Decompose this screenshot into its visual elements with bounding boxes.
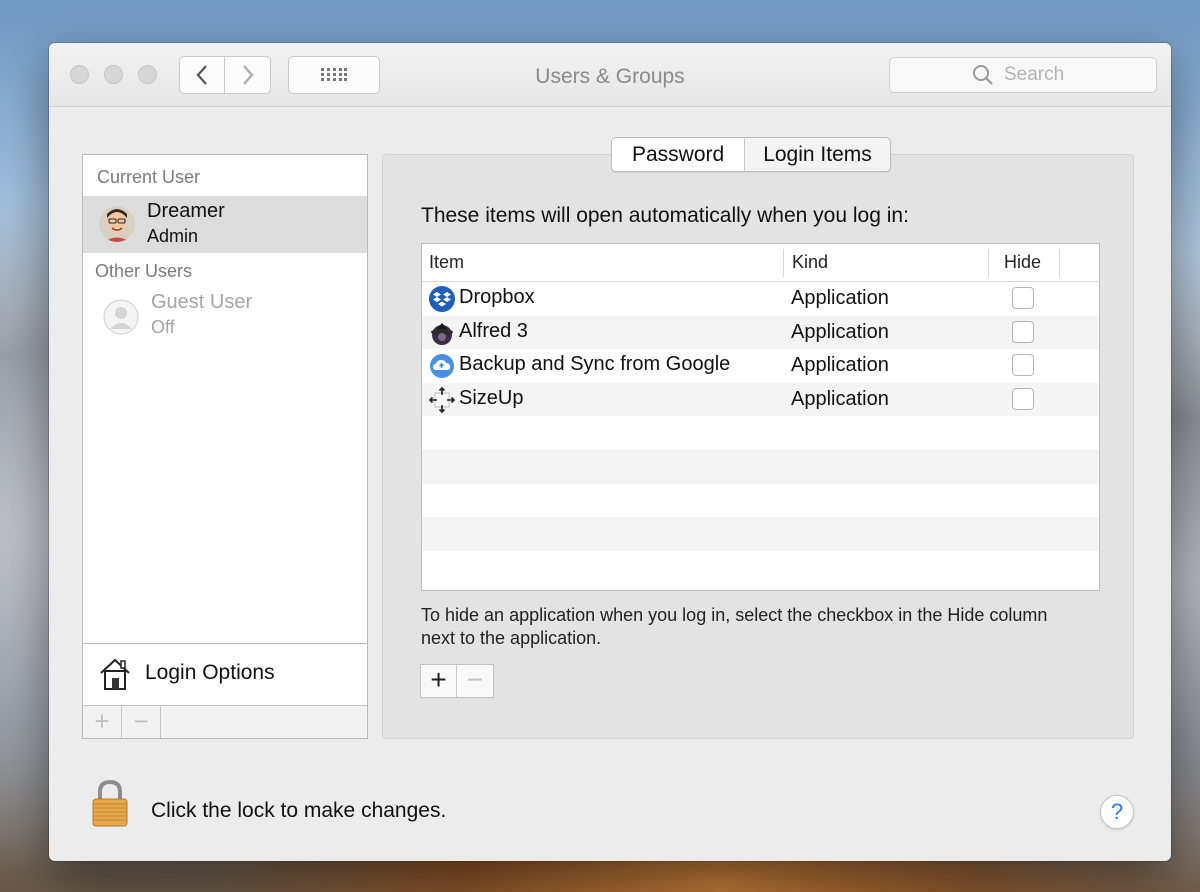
search-input[interactable] [1004,64,1074,86]
item-name: Backup and Sync from Google [459,353,731,376]
empty-row [422,517,1099,551]
current-user-name: Dreamer [147,200,225,222]
hide-hint-text: To hide an application when you log in, … [421,605,1048,648]
lock-message: Click the lock to make changes. [151,799,447,822]
lock-icon[interactable] [90,778,130,828]
hide-checkbox[interactable] [1012,354,1034,377]
users-sidebar: Current User Dreamer Admin Other Users G… [82,154,368,739]
login-items-toolbar: + − [420,664,494,698]
item-kind: Application [791,354,889,377]
google-backup-icon [430,354,454,379]
guest-user-name: Guest User [151,291,253,313]
remove-login-item-button[interactable]: − [457,665,493,697]
empty-row [422,484,1099,518]
item-kind: Application [791,287,889,309]
empty-row [422,449,1099,484]
tab-password[interactable]: Password [612,138,746,171]
user-row-guest[interactable]: Guest User Off [83,287,367,344]
current-user-label: Current User [97,167,201,187]
column-header-hide[interactable]: Hide [1004,252,1041,273]
help-button[interactable]: ? [1100,795,1134,829]
sidebar-toolbar: + − [83,705,367,738]
login-items-intro: These items will open automatically when… [421,204,909,227]
empty-row [422,416,1099,450]
item-name: Dropbox [459,286,535,308]
hide-checkbox[interactable] [1012,320,1034,343]
column-divider [783,249,784,277]
current-user-role: Admin [147,226,199,246]
sizeup-icon [429,386,455,413]
hide-checkbox[interactable] [1012,287,1034,309]
column-divider [1059,249,1060,277]
column-header-kind[interactable]: Kind [792,252,828,273]
alfred-icon [431,322,453,345]
column-divider [988,249,989,277]
tab-bar: Password Login Items [611,137,891,172]
avatar [99,206,135,242]
table-rows: Dropbox Application Alfred 3 Application [422,282,1099,584]
table-row[interactable]: Dropbox Application [422,282,1099,316]
tab-login-items[interactable]: Login Items [745,138,890,171]
login-options-item[interactable]: Login Options [83,643,367,705]
dropbox-icon [429,286,455,312]
other-users-label: Other Users [95,261,193,281]
column-header-item[interactable]: Item [429,252,464,273]
item-kind: Application [791,387,889,410]
empty-row [422,551,1099,585]
title-bar: Users & Groups [49,43,1171,107]
item-name: SizeUp [459,386,524,409]
user-row-current[interactable]: Dreamer Admin [83,196,367,253]
users-groups-window: Users & Groups Current User [49,43,1171,861]
item-name: Alfred 3 [459,319,528,342]
search-icon [973,65,993,85]
item-kind: Application [791,320,889,343]
search-field[interactable] [889,57,1157,93]
remove-user-button[interactable]: − [122,706,161,738]
login-items-table: Item Kind Hide Dropbox Application Alfre… [421,243,1100,591]
guest-avatar-icon [103,299,139,335]
add-login-item-button[interactable]: + [421,665,457,697]
guest-user-status: Off [151,317,175,337]
hide-checkbox[interactable] [1012,387,1034,410]
house-icon [100,658,130,690]
table-row[interactable]: SizeUp Application [422,382,1099,417]
add-user-button[interactable]: + [83,706,122,738]
table-row[interactable]: Alfred 3 Application [422,315,1099,350]
table-header: Item Kind Hide [422,244,1099,282]
table-row[interactable]: Backup and Sync from Google Application [422,349,1099,383]
login-options-label: Login Options [145,661,275,684]
